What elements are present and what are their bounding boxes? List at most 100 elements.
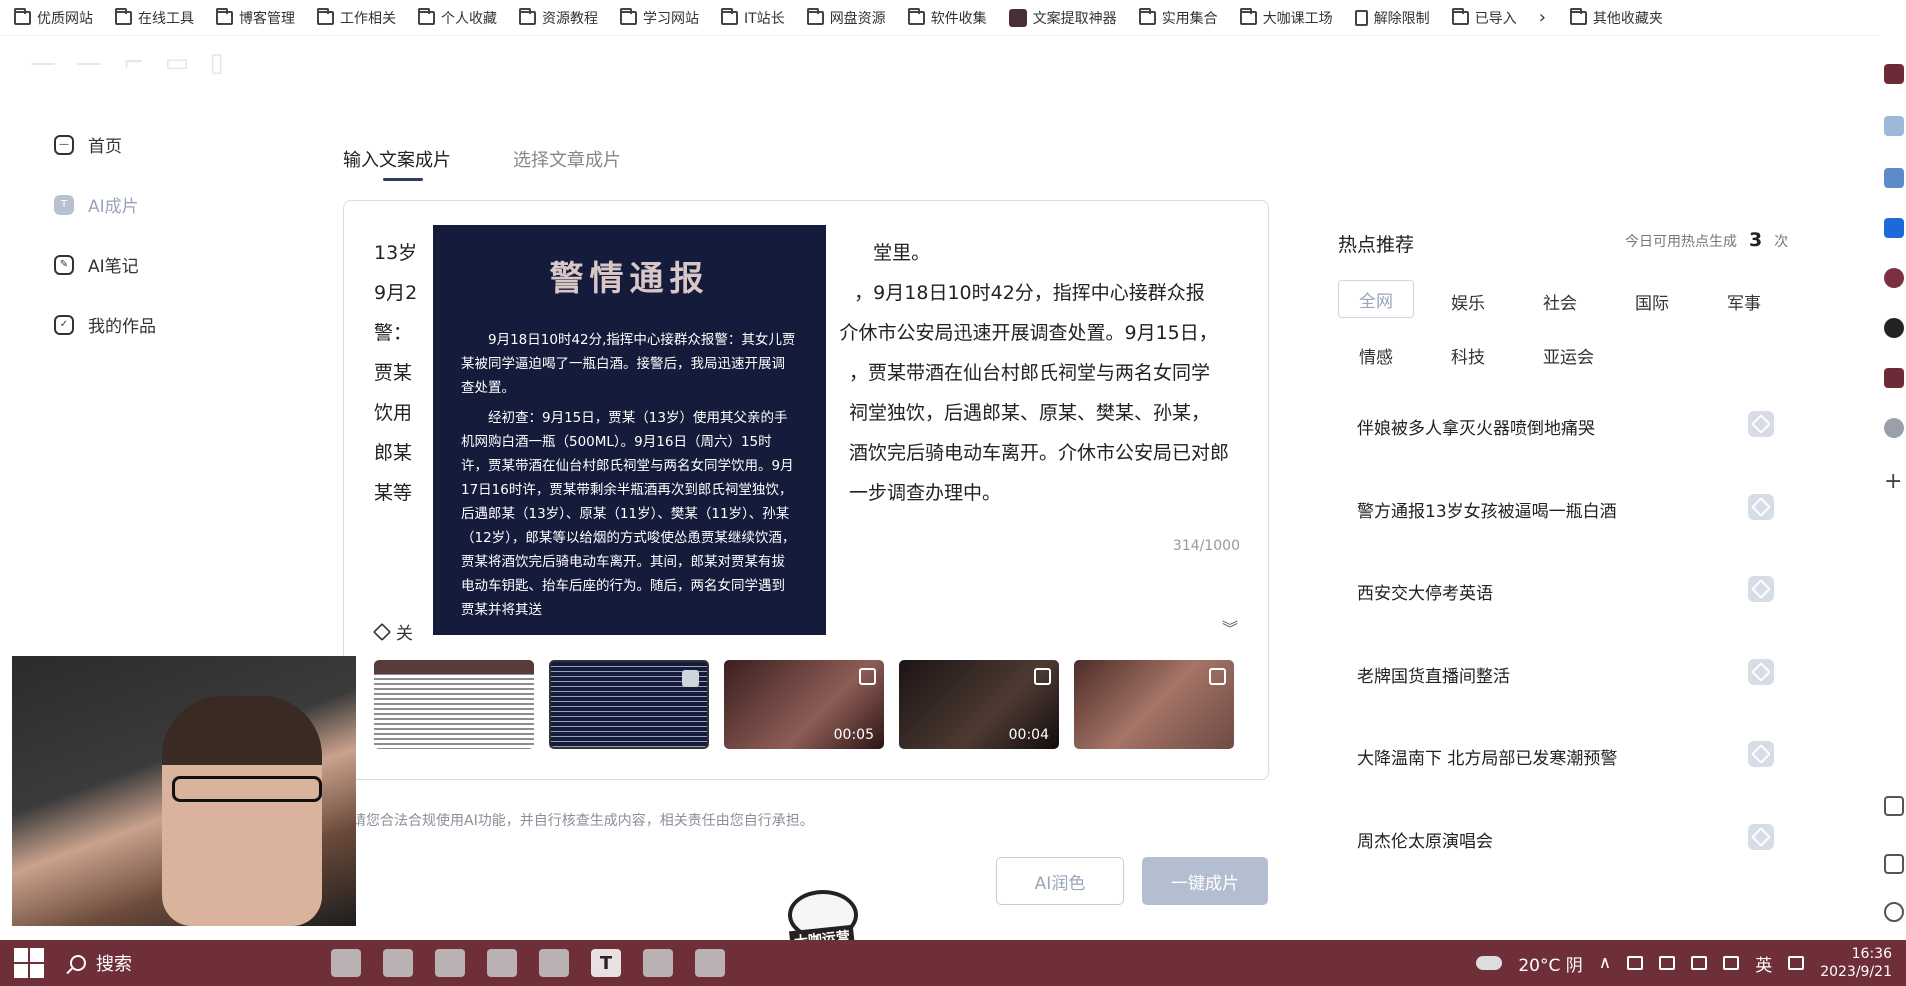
category-international[interactable]: 国际 (1635, 289, 1669, 314)
plus-icon[interactable]: + (1884, 471, 1904, 493)
weather-text[interactable]: 20°C 阴 (1518, 951, 1582, 976)
folder-icon (620, 7, 637, 25)
checkbox[interactable] (1209, 668, 1226, 685)
bookmark-4[interactable]: 个人收藏 (418, 7, 497, 28)
nav-ai-notes[interactable]: ✎ AI笔记 (54, 252, 139, 277)
layers-badge-icon[interactable] (1748, 576, 1774, 602)
screenshot-icon[interactable] (1884, 796, 1904, 816)
bookmark-12[interactable]: 大咖课工场 (1239, 7, 1333, 28)
layers-badge-icon[interactable] (1748, 824, 1774, 850)
taskbar-app-text[interactable]: T (591, 949, 621, 977)
windows-start-icon[interactable] (14, 948, 44, 978)
tab-input-copy[interactable]: 输入文案成片 (343, 146, 451, 172)
folder-icon (907, 7, 925, 25)
bookmark-6[interactable]: 学习网站 (620, 7, 699, 28)
battery-icon[interactable] (1659, 956, 1676, 970)
tab-select-article[interactable]: 选择文章成片 (513, 146, 621, 172)
bookmark-0[interactable]: 优质网站 (14, 7, 93, 28)
thumbnail-2[interactable]: 00:05 (724, 660, 884, 749)
category-tech[interactable]: 科技 (1451, 343, 1485, 368)
category-all[interactable]: 全网 (1338, 280, 1414, 318)
thumbnail-3[interactable]: 00:04 (899, 660, 1059, 749)
taskbar-app-media[interactable] (539, 949, 569, 977)
hot-quota: 今日可用热点生成 3 次 (1625, 229, 1789, 251)
taskbar-app-browser[interactable] (383, 949, 413, 977)
toolbox-icon[interactable] (1884, 64, 1904, 84)
keyboard-icon[interactable] (1788, 956, 1805, 970)
category-emotion[interactable]: 情感 (1359, 343, 1393, 368)
folder-icon (216, 7, 233, 25)
flower-icon[interactable] (1884, 418, 1904, 438)
games-icon[interactable] (1884, 368, 1904, 388)
circle-app-icon[interactable] (1884, 318, 1904, 338)
bookmark-14[interactable]: 已导入 (1451, 7, 1517, 28)
category-entertainment[interactable]: 娱乐 (1451, 289, 1485, 314)
hot-item[interactable]: 大降温南下 北方局部已发寒潮预警 (1357, 744, 1617, 769)
notice-paragraph: 经初查：9月15日，贾某（13岁）使用其父亲的手机网购白酒一瓶（500ML）。9… (461, 410, 796, 618)
chevron-right-icon[interactable]: › (1539, 7, 1546, 28)
bookmark-13[interactable]: 解除限制 (1354, 8, 1430, 28)
ime-indicator[interactable]: 英 (1755, 951, 1772, 976)
category-military[interactable]: 军事 (1727, 289, 1761, 314)
monitor-icon[interactable] (1627, 956, 1644, 970)
ai-polish-button[interactable]: AI润色 (996, 857, 1124, 905)
layers-badge-icon[interactable] (1748, 659, 1774, 685)
send-icon[interactable] (1884, 168, 1904, 188)
edit-icon: ✎ (54, 254, 74, 275)
taskbar-app-notes[interactable] (487, 949, 517, 977)
taskbar-app-cloud[interactable] (695, 949, 725, 977)
taskbar-app-folder[interactable] (643, 949, 673, 977)
bookmark-5[interactable]: 资源教程 (519, 7, 598, 28)
bookmark-1[interactable]: 在线工具 (115, 7, 194, 28)
bing-icon[interactable] (1884, 218, 1904, 238)
hot-item[interactable]: 警方通报13岁女孩被逼喝一瓶白酒 (1357, 497, 1617, 522)
related-materials-label: 关 (372, 619, 413, 644)
bookmark-2[interactable]: 博客管理 (216, 7, 295, 28)
hot-item[interactable]: 伴娘被多人拿灭火器喷倒地痛哭 (1357, 414, 1595, 439)
thumbnail-1[interactable] (549, 660, 709, 749)
thumbnail-0[interactable] (374, 660, 534, 749)
nav-ai-film[interactable]: T AI成片 (54, 192, 139, 217)
settings-icon[interactable] (1884, 902, 1904, 922)
magnifier-icon[interactable] (1884, 268, 1904, 288)
layers-badge-icon[interactable] (1748, 741, 1774, 767)
generate-film-button[interactable]: 一键成片 (1142, 857, 1268, 905)
taskbar-search[interactable]: 搜索 (70, 950, 320, 976)
folder-icon (115, 7, 132, 25)
folder-icon (519, 7, 536, 25)
category-society[interactable]: 社会 (1543, 289, 1577, 314)
bookmark-10[interactable]: 文案提取神器 (1008, 8, 1117, 28)
nav-home[interactable]: — 首页 (54, 132, 122, 157)
checkbox-checked[interactable] (682, 670, 699, 687)
thumbnail-4[interactable] (1074, 660, 1234, 749)
search-app-icon[interactable] (1884, 116, 1904, 136)
taskbar-app-chrome[interactable] (435, 949, 465, 977)
taskbar-app-avatar[interactable] (331, 949, 361, 977)
cloud-icon (1476, 956, 1503, 970)
bookmark-11[interactable]: 实用集合 (1138, 7, 1218, 28)
hot-item[interactable]: 老牌国货直播间整活 (1357, 662, 1510, 687)
nav-my-works[interactable]: ✓ 我的作品 (54, 312, 156, 337)
bookmark-8[interactable]: 网盘资源 (806, 7, 886, 28)
folder-icon (1569, 7, 1587, 25)
category-asian-games[interactable]: 亚运会 (1543, 343, 1594, 368)
volume-icon[interactable] (1691, 956, 1708, 970)
hot-item[interactable]: 周杰伦太原演唱会 (1357, 827, 1493, 852)
bookmark-9[interactable]: 软件收集 (907, 7, 987, 28)
chevron-double-down-icon[interactable]: ︾ (1222, 615, 1238, 639)
layers-badge-icon[interactable] (1748, 411, 1774, 437)
bookmark-7[interactable]: IT站长 (721, 7, 785, 28)
checkbox[interactable] (1034, 668, 1051, 685)
network-icon[interactable] (1723, 956, 1740, 970)
bookmark-3[interactable]: 工作相关 (317, 7, 396, 28)
layers-badge-icon[interactable] (1748, 494, 1774, 520)
hot-item[interactable]: 西安交大停考英语 (1357, 579, 1493, 604)
chevron-up-icon[interactable]: ∧ (1599, 953, 1611, 973)
folder-icon (1239, 7, 1257, 25)
folder-icon (1138, 7, 1156, 25)
bookmark-other[interactable]: 其他收藏夹 (1569, 7, 1663, 28)
clock[interactable]: 16:36 2023/9/21 (1820, 945, 1892, 981)
system-tray: 20°C 阴 ∧ 英 16:36 2023/9/21 (1476, 940, 1892, 986)
external-link-icon[interactable] (1884, 854, 1904, 874)
checkbox[interactable] (859, 668, 876, 685)
